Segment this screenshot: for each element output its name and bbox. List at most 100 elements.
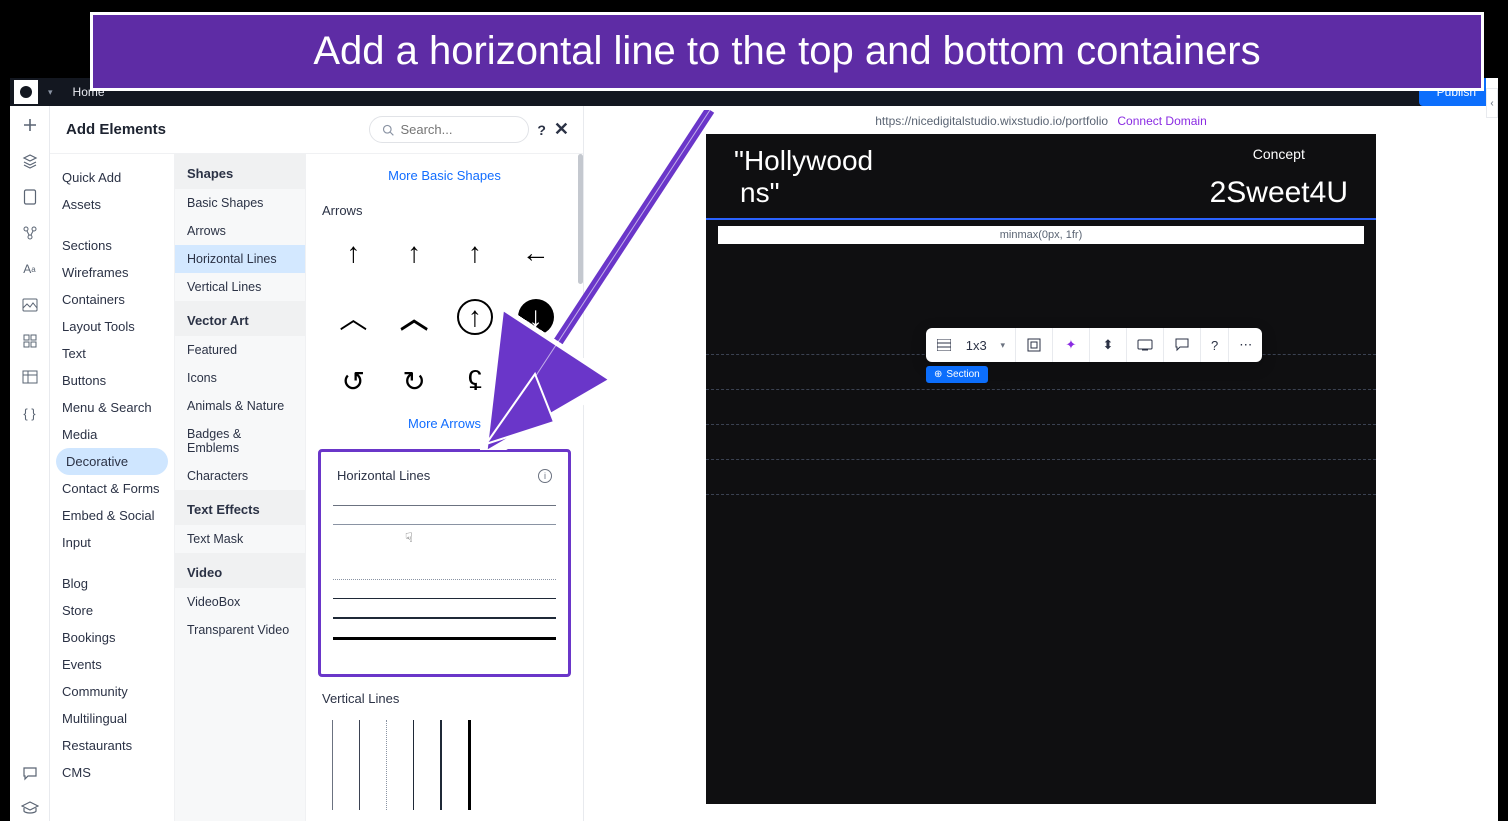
responsive-button[interactable] [1127, 328, 1164, 362]
image-icon[interactable] [21, 296, 39, 314]
arrow-left-icon[interactable]: ← [510, 230, 561, 276]
category-item[interactable]: Buttons [50, 367, 174, 394]
app-shell: ▾ Home Publish Aa { } Add Elements [10, 78, 1498, 821]
category-item[interactable]: Text [50, 340, 174, 367]
comment-button[interactable] [1164, 328, 1201, 362]
category-item[interactable]: Multilingual [50, 705, 174, 732]
wix-logo[interactable] [14, 80, 38, 104]
arrow-placeholder-icon[interactable] [510, 358, 561, 404]
grid-track-label: minmax(0px, 1fr) [718, 226, 1364, 244]
site-switcher-chevron-icon[interactable]: ▾ [48, 87, 53, 98]
data-icon[interactable] [21, 368, 39, 386]
category-item[interactable]: CMS [50, 759, 174, 786]
hline-light[interactable] [333, 524, 556, 525]
category-item[interactable]: Decorative [56, 448, 168, 475]
curve-cw-icon[interactable]: ↻ [389, 358, 440, 404]
subcategory-group-head: Text Effects [175, 490, 305, 525]
category-item[interactable]: Events [50, 651, 174, 678]
category-item[interactable]: Input [50, 529, 174, 556]
typography-icon[interactable]: Aa [21, 260, 39, 278]
category-item[interactable]: Media [50, 421, 174, 448]
grid-layout-dropdown[interactable]: 1x3 ▾ [926, 328, 1016, 362]
vline-thin[interactable] [332, 720, 333, 810]
chat-icon[interactable] [21, 765, 39, 783]
category-item[interactable]: Community [50, 678, 174, 705]
category-item[interactable]: Store [50, 597, 174, 624]
subcategory-item[interactable]: Transparent Video [175, 616, 305, 644]
category-item[interactable]: Assets [50, 191, 174, 218]
hline-heavy[interactable] [333, 637, 556, 640]
more-basic-shapes-link[interactable]: More Basic Shapes [318, 160, 571, 195]
category-item[interactable]: Bookings [50, 624, 174, 651]
education-icon[interactable] [21, 799, 39, 817]
scrollbar-icon[interactable] [578, 154, 583, 284]
loop-icon[interactable]: ʢ [450, 358, 501, 404]
panel-help-button[interactable]: ? [537, 122, 546, 138]
category-item[interactable]: Menu & Search [50, 394, 174, 421]
arrow-up-line-icon[interactable]: ↑ [389, 230, 440, 276]
layers-icon[interactable] [21, 152, 39, 170]
subcategory-item[interactable]: Horizontal Lines [175, 245, 305, 273]
hline-medium[interactable] [333, 598, 556, 599]
subcategory-item[interactable]: Text Mask [175, 525, 305, 553]
layout-tool-button[interactable] [1016, 328, 1053, 362]
subcategory-item[interactable]: Characters [175, 462, 305, 490]
panel-close-button[interactable]: ✕ [554, 119, 569, 140]
hline-dotted[interactable] [333, 579, 556, 580]
connections-icon[interactable] [21, 224, 39, 242]
vline-heavy[interactable] [468, 720, 471, 810]
subcategory-item[interactable]: VideoBox [175, 588, 305, 616]
subcategory-item[interactable]: Featured [175, 336, 305, 364]
category-item[interactable]: Quick Add [50, 164, 174, 191]
category-item[interactable]: Sections [50, 232, 174, 259]
grid-value: 1x3 [966, 338, 987, 353]
curve-ccw-icon[interactable]: ↺ [328, 358, 379, 404]
stack-button[interactable]: ⬍ [1090, 328, 1127, 362]
site-preview[interactable]: "Hollywood ns" Concept 2Sweet4U minmax(0… [706, 134, 1376, 804]
hline-bold[interactable] [333, 617, 556, 619]
more-arrows-link[interactable]: More Arrows [318, 408, 571, 443]
hero-title-partial: "Hollywood ns" [734, 146, 873, 210]
arrow-up-bold-icon[interactable]: ↑ [450, 230, 501, 276]
arrow-up-thin-icon[interactable]: ↑ [328, 230, 379, 276]
info-icon[interactable]: i [538, 469, 552, 483]
search-input-wrapper[interactable] [369, 116, 529, 143]
arrow-down-circle-fill-icon[interactable]: ↓ [510, 294, 561, 340]
vline-bold[interactable] [440, 720, 442, 810]
arrow-up-circle-outline-icon[interactable]: ↑ [450, 294, 501, 340]
chevron-up-bold-icon[interactable]: ︿ [389, 294, 440, 340]
subcategory-item[interactable]: Icons [175, 364, 305, 392]
category-item[interactable]: Wireframes [50, 259, 174, 286]
ai-button[interactable]: ✦ [1053, 328, 1090, 362]
category-item[interactable]: Blog [50, 570, 174, 597]
subcategory-group-head: Shapes [175, 154, 305, 189]
hline-thin[interactable] [333, 505, 556, 506]
apps-grid-icon[interactable] [21, 332, 39, 350]
subcategory-item[interactable]: Badges & Emblems [175, 420, 305, 462]
subcategory-item[interactable]: Animals & Nature [175, 392, 305, 420]
subcategory-list: ShapesBasic ShapesArrowsHorizontal Lines… [174, 154, 306, 821]
brand-title: 2Sweet4U [1210, 176, 1348, 210]
subcategory-item[interactable]: Arrows [175, 217, 305, 245]
connect-domain-link[interactable]: Connect Domain [1117, 114, 1206, 128]
category-item[interactable]: Contact & Forms [50, 475, 174, 502]
category-item[interactable]: Embed & Social [50, 502, 174, 529]
expand-right-panel-icon[interactable]: ‹ [1486, 88, 1498, 118]
category-item[interactable]: Restaurants [50, 732, 174, 759]
subcategory-item[interactable]: Vertical Lines [175, 273, 305, 301]
page-icon[interactable] [21, 188, 39, 206]
vline-dotted[interactable] [386, 720, 387, 810]
section-tag[interactable]: ⊕Section [926, 366, 988, 383]
category-item[interactable]: Layout Tools [50, 313, 174, 340]
elements-gallery: More Basic Shapes Arrows ↑ ↑ ↑ ← ︿ ︿ ↑ ↓… [306, 154, 583, 821]
chevron-up-thin-icon[interactable]: ︿ [328, 294, 379, 340]
add-icon[interactable] [21, 116, 39, 134]
subcategory-item[interactable]: Basic Shapes [175, 189, 305, 217]
vline-light[interactable] [359, 720, 360, 810]
search-input[interactable] [400, 122, 516, 137]
category-item[interactable]: Containers [50, 286, 174, 313]
code-icon[interactable]: { } [21, 404, 39, 422]
vline-medium[interactable] [413, 720, 414, 810]
help-button[interactable]: ? [1201, 328, 1229, 362]
more-button[interactable]: ⋯ [1229, 328, 1262, 362]
